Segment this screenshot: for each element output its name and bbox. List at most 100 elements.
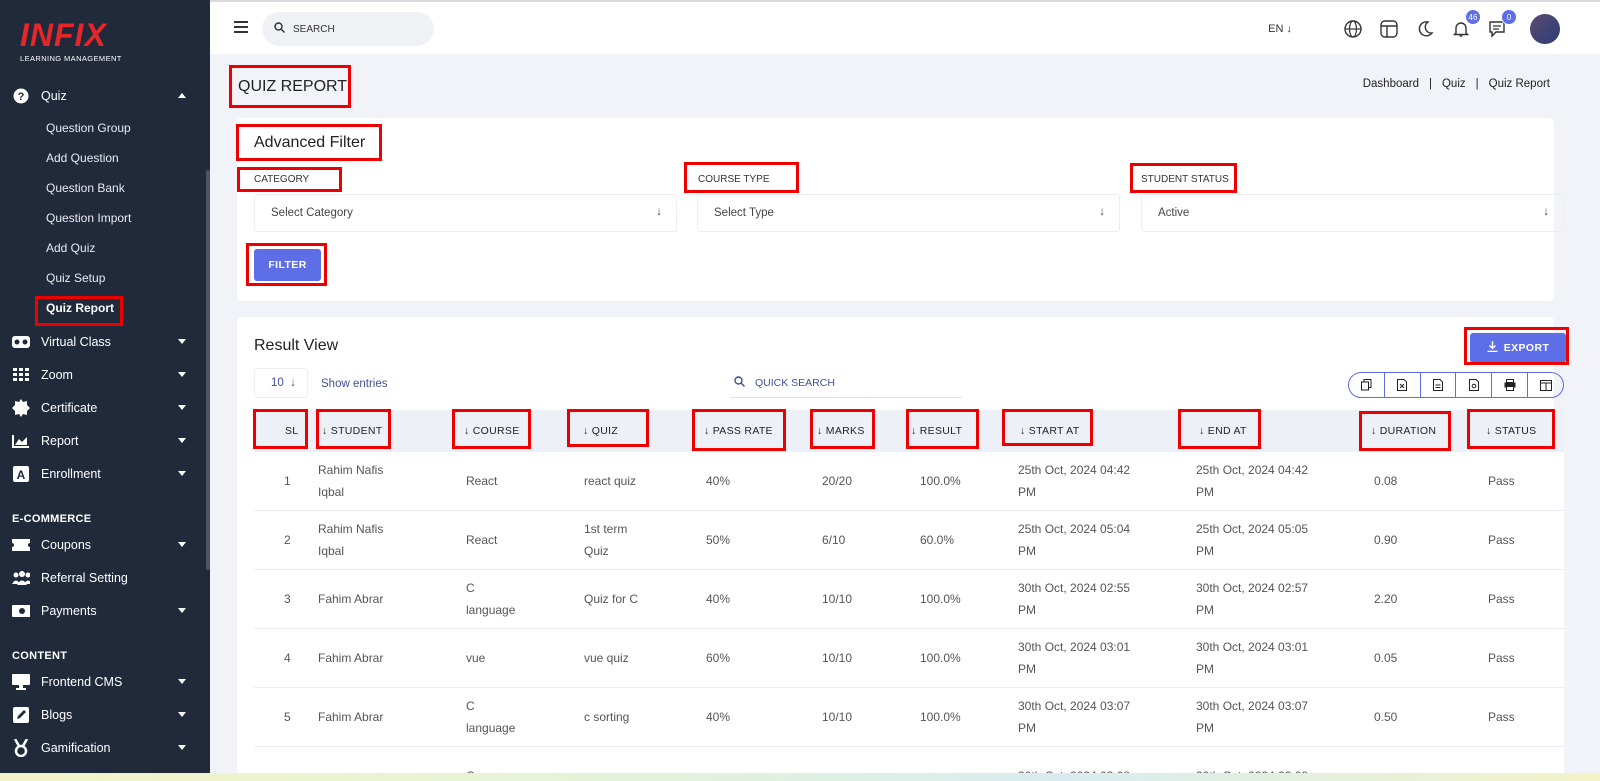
column-header-sl[interactable]: SL [285, 425, 298, 437]
bottom-strip [0, 773, 1600, 781]
chat-icon[interactable]: 0 [1486, 9, 1517, 40]
excel-file-icon[interactable] [1385, 373, 1421, 397]
cell-line: PM [1196, 485, 1214, 499]
sidebar-scrollbar[interactable] [206, 170, 210, 570]
sidebar-item-zoom[interactable]: Zoom [0, 360, 206, 390]
column-header-marks[interactable]: ↓ MARKS [817, 425, 865, 437]
entries-select[interactable]: 10 ↓ [254, 368, 308, 398]
sidebar-subitem-quiz-setup[interactable]: Quiz Setup [46, 268, 105, 288]
cell-line: 25th Oct, 2024 05:04 [1018, 522, 1131, 536]
breadcrumb-quiz[interactable]: Quiz [1442, 78, 1466, 90]
column-header-start-at[interactable]: ↓ START AT [1020, 425, 1079, 437]
cell-line: language [466, 721, 516, 735]
avatar[interactable] [1530, 14, 1560, 44]
columns-icon[interactable] [1528, 373, 1563, 397]
cell-line: 1 [284, 474, 291, 488]
course-type-select[interactable]: Select Type ↓ [697, 194, 1120, 232]
copy-icon[interactable] [1349, 373, 1385, 397]
cell-line: 6/10 [822, 533, 846, 547]
layout-icon[interactable] [1378, 18, 1400, 40]
table-cell-sl: 1 [284, 470, 291, 492]
table-cell-start: 30th Oct, 2024 02:55 PM [1018, 577, 1130, 621]
language-selector[interactable]: EN ↓ [1268, 23, 1292, 35]
globe-icon[interactable] [1342, 18, 1364, 40]
column-header-result[interactable]: ↓ RESULT [911, 425, 962, 437]
table-cell-end: 30th Oct, 2024 03:01 PM [1196, 636, 1308, 680]
sidebar-subitem-question-group[interactable]: Question Group [46, 118, 131, 138]
table-cell-pass-rate: 40% [706, 588, 730, 610]
category-select[interactable]: Select Category ↓ [254, 194, 677, 232]
sidebar-item-virtual-class[interactable]: Virtual Class [0, 327, 206, 357]
sidebar-item-label: Virtual Class [41, 335, 111, 349]
cell-line: 20/20 [822, 474, 853, 488]
student-status-select[interactable]: Active ↓ [1141, 194, 1564, 232]
table-cell-pass-rate: 60% [706, 647, 730, 669]
filter-button[interactable]: FILTER [254, 249, 321, 281]
sidebar-item-label: Gamification [41, 741, 111, 755]
message-badge: 0 [1501, 9, 1517, 25]
sidebar-item-frontend-cms[interactable]: Frontend CMS [0, 667, 206, 697]
sidebar-item-quiz[interactable]: ? Quiz [0, 81, 206, 111]
sidebar-subitem-quiz-report[interactable]: Quiz Report [46, 298, 114, 318]
table-cell-result: 100.0% [920, 470, 961, 492]
column-header-label: QUIZ [591, 425, 619, 437]
breadcrumb-quiz-report[interactable]: Quiz Report [1489, 78, 1550, 90]
column-header-label: START AT [1028, 425, 1080, 437]
sidebar-item-blogs[interactable]: Blogs [0, 700, 206, 730]
sidebar-item-enrollment[interactable]: A Enrollment [0, 459, 206, 489]
cell-line: 4 [284, 651, 291, 665]
table-cell-sl: 3 [284, 588, 291, 610]
sidebar-item-coupons[interactable]: Coupons [0, 530, 206, 560]
table-cell-marks: 20/20 [822, 470, 852, 492]
cell-line: Pass [1488, 533, 1515, 547]
sidebar-subitem-add-quiz[interactable]: Add Quiz [46, 238, 95, 258]
hamburger-menu-icon[interactable] [234, 21, 248, 33]
search-input[interactable]: SEARCH [262, 12, 434, 46]
cell-line: 2.20 [1374, 592, 1398, 606]
print-icon[interactable] [1492, 373, 1529, 397]
csv-file-icon[interactable] [1421, 373, 1457, 397]
sidebar-subitem-add-question[interactable]: Add Question [46, 148, 119, 168]
sidebar-item-payments[interactable]: Payments [0, 596, 206, 626]
cell-line: 0.50 [1374, 710, 1398, 724]
arrow-down-icon: ↓ [656, 206, 662, 218]
moon-icon[interactable] [1414, 18, 1436, 40]
column-header-quiz[interactable]: ↓ QUIZ [583, 425, 618, 437]
table-cell-marks: 10/10 [822, 706, 852, 728]
language-label: EN [1268, 23, 1284, 35]
export-button[interactable]: EXPORT [1470, 333, 1566, 363]
area-chart-icon [12, 432, 30, 450]
sidebar-item-label: Payments [41, 604, 97, 618]
column-header-student[interactable]: ↓ STUDENT [322, 425, 382, 437]
help-circle-icon: ? [12, 87, 30, 105]
sidebar-subitem-question-import[interactable]: Question Import [46, 208, 131, 228]
search-icon [274, 22, 285, 36]
bell-icon[interactable]: 46 [1450, 9, 1481, 40]
table-row: 1 Rahim Nafis Iqbal React react quiz 40% 20/20… [254, 452, 1564, 511]
column-header-course[interactable]: ↓ COURSE [464, 425, 520, 437]
sidebar-item-referral-setting[interactable]: Referral Setting [0, 563, 206, 593]
breadcrumb-dashboard[interactable]: Dashboard [1363, 78, 1419, 90]
sidebar-item-certificate[interactable]: Certificate [0, 393, 206, 423]
sidebar-item-report[interactable]: Report [0, 426, 206, 456]
cell-line: 30th Oct, 2024 02:57 [1196, 581, 1309, 595]
table-cell-student: Fahim Abrar [318, 647, 383, 669]
breadcrumb-separator: | [1475, 78, 1479, 90]
sidebar-item-gamification[interactable]: Gamification [0, 733, 206, 763]
column-header-end-at[interactable]: ↓ END AT [1199, 425, 1247, 437]
quick-search-input[interactable]: QUICK SEARCH [730, 368, 962, 398]
table-cell-quiz: c sorting [584, 706, 629, 728]
cell-line: c sorting [584, 710, 630, 724]
chevron-down-icon [178, 542, 186, 547]
pdf-file-icon[interactable] [1456, 373, 1493, 397]
cell-line: 0.05 [1374, 651, 1398, 665]
table-cell-marks: 10/10 [822, 647, 852, 669]
column-header-status[interactable]: ↓ STATUS [1486, 425, 1536, 437]
table-cell-student: Rahim Nafis Iqbal [318, 518, 383, 562]
logo-text: INFIX [20, 17, 107, 53]
sidebar-subitem-question-bank[interactable]: Question Bank [46, 178, 125, 198]
cell-line: C [466, 581, 475, 595]
column-header-duration[interactable]: ↓ DURATION [1371, 425, 1436, 437]
column-header-pass-rate[interactable]: ↓ PASS RATE [704, 425, 773, 437]
app-logo[interactable]: INFIX LEARNING MANAGEMENT [20, 18, 122, 63]
